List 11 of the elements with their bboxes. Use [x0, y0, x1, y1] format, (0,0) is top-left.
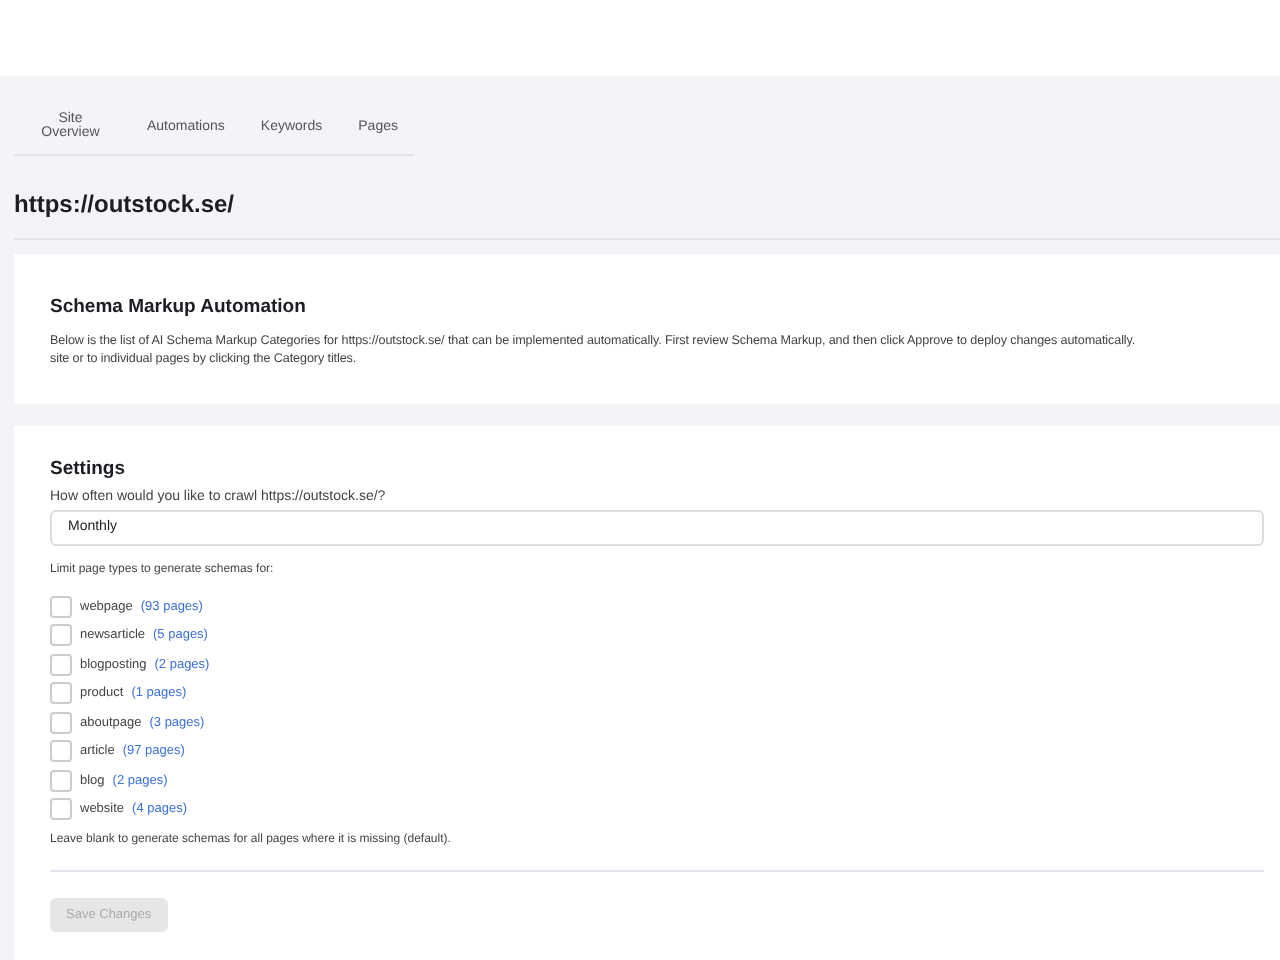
checkbox[interactable] — [50, 682, 72, 705]
card-title: Settings — [50, 458, 127, 480]
card-title: Schema Markup Automation — [50, 296, 308, 318]
checkbox[interactable] — [50, 711, 72, 734]
checkbox[interactable] — [50, 740, 72, 763]
checkbox[interactable] — [50, 624, 72, 647]
checkbox[interactable] — [50, 798, 72, 821]
checkbox[interactable] — [50, 653, 72, 676]
site-url: https://outstock.se/ — [14, 190, 1280, 240]
checkbox[interactable] — [50, 769, 72, 792]
checkbox[interactable] — [50, 595, 72, 618]
